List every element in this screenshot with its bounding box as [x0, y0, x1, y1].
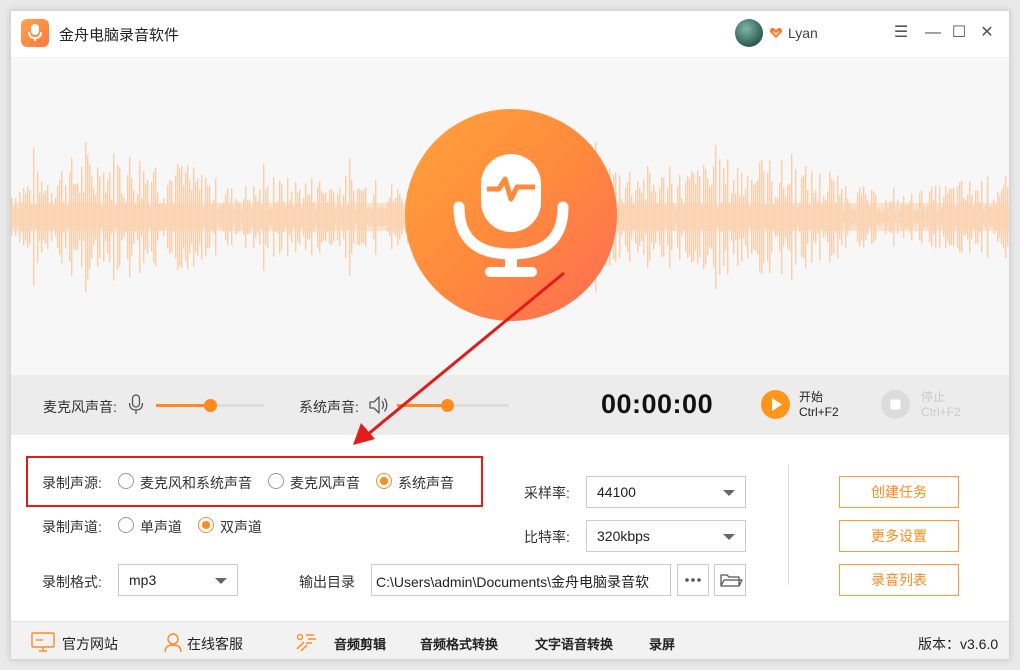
app-title: 金舟电脑录音软件	[59, 27, 180, 44]
output-path-field[interactable]: C:\Users\admin\Documents\金舟电脑录音软	[371, 564, 671, 596]
vip-heart-icon	[769, 28, 783, 38]
output-label: 输出目录	[299, 574, 355, 590]
more-icon	[685, 578, 701, 582]
record-timer: 00:00:00	[601, 389, 714, 419]
source-label: 录制声源:	[42, 475, 102, 491]
screen-record-link[interactable]: 录屏	[649, 634, 675, 653]
title-bar: 金舟电脑录音软件 Lyan ☰ — ☐ ✕	[11, 11, 1009, 57]
more-settings-button[interactable]: 更多设置	[839, 520, 959, 552]
headset-icon	[164, 633, 182, 653]
audio-edit-link[interactable]: 音频剪辑	[334, 634, 386, 653]
microphone-icon	[128, 394, 144, 414]
start-label[interactable]: 开始	[799, 390, 823, 405]
sample-rate-label: 采样率:	[524, 485, 570, 501]
open-folder-button[interactable]	[714, 564, 746, 596]
settings-panel: 录制声源: 麦克风和系统声音 麦克风声音 系统声音 录制声道: 单声道 双声道 …	[11, 435, 1009, 621]
username[interactable]: Lyan	[788, 25, 818, 41]
maximize-icon[interactable]: ☐	[949, 23, 969, 43]
chevron-down-icon	[723, 490, 735, 496]
minimize-icon[interactable]: —	[923, 23, 943, 43]
folder-icon	[720, 574, 743, 587]
stop-shortcut: Ctrl+F2	[921, 405, 961, 419]
sample-rate-select[interactable]: 44100	[586, 476, 746, 508]
chevron-down-icon	[723, 534, 735, 540]
waveform-area	[11, 57, 1010, 375]
mic-volume-label: 麦克风声音:	[43, 399, 117, 415]
bottom-bar: 官方网站 在线客服 音频剪辑 音频格式转换 文字语音转换 录屏 版本：v3.6.…	[11, 621, 1009, 659]
format-label: 录制格式:	[42, 574, 102, 590]
app-window: 金舟电脑录音软件 Lyan ☰ — ☐ ✕ 麦克风声音: 系统声音: 00:00…	[10, 10, 1010, 660]
online-support-link[interactable]: 在线客服	[187, 634, 243, 654]
version-label: 版本：v3.6.0	[918, 636, 999, 652]
channel-option-mono[interactable]: 单声道	[140, 517, 182, 537]
source-option-mic-and-system[interactable]: 麦克风和系统声音	[140, 473, 252, 493]
bitrate-label: 比特率:	[524, 529, 570, 545]
channel-option-stereo[interactable]: 双声道	[220, 517, 262, 537]
create-task-button[interactable]: 创建任务	[839, 476, 959, 508]
start-shortcut: Ctrl+F2	[799, 405, 839, 419]
channel-radio-stereo[interactable]	[198, 517, 214, 533]
play-icon	[772, 398, 782, 411]
source-option-mic[interactable]: 麦克风声音	[290, 473, 360, 493]
format-convert-link[interactable]: 音频格式转换	[420, 634, 498, 653]
record-mic-button[interactable]	[405, 109, 617, 321]
mic-volume-slider[interactable]	[156, 399, 264, 412]
menu-icon[interactable]: ☰	[891, 23, 911, 43]
format-value: mp3	[129, 572, 157, 588]
source-radio-mic[interactable]	[268, 473, 284, 489]
chevron-down-icon	[215, 578, 227, 584]
source-option-system[interactable]: 系统声音	[398, 473, 454, 493]
stop-icon	[890, 399, 901, 410]
microphone-logo-icon	[21, 19, 49, 47]
recording-list-button[interactable]: 录音列表	[839, 564, 959, 596]
system-volume-slider[interactable]	[397, 399, 509, 412]
avatar[interactable]	[735, 19, 763, 47]
channel-label: 录制声道:	[42, 519, 102, 535]
audio-edit-icon	[296, 633, 316, 652]
format-select[interactable]: mp3	[118, 564, 238, 596]
bitrate-value: 320kbps	[597, 528, 650, 544]
more-button[interactable]	[677, 564, 709, 596]
source-radio-mic-and-system[interactable]	[118, 473, 134, 489]
divider	[788, 465, 789, 585]
start-button[interactable]	[761, 390, 790, 419]
sample-rate-value: 44100	[597, 484, 636, 500]
waveform-bar	[1009, 175, 1010, 259]
mic-volume-thumb[interactable]	[204, 399, 217, 412]
system-volume-thumb[interactable]	[441, 399, 454, 412]
microphone-icon	[453, 154, 569, 277]
stop-button[interactable]	[881, 390, 910, 419]
close-icon[interactable]: ✕	[977, 23, 997, 43]
monitor-icon	[31, 632, 55, 652]
stop-label: 停止	[921, 390, 946, 404]
control-strip: 麦克风声音: 系统声音: 00:00:00 开始 Ctrl+F2 停止 Ctrl…	[11, 375, 1009, 435]
system-volume-label: 系统声音:	[299, 399, 359, 415]
bitrate-select[interactable]: 320kbps	[586, 520, 746, 552]
official-website-link[interactable]: 官方网站	[62, 634, 118, 654]
source-radio-system[interactable]	[376, 473, 392, 489]
speaker-icon	[369, 396, 388, 414]
channel-radio-mono[interactable]	[118, 517, 134, 533]
tts-link[interactable]: 文字语音转换	[535, 634, 613, 653]
